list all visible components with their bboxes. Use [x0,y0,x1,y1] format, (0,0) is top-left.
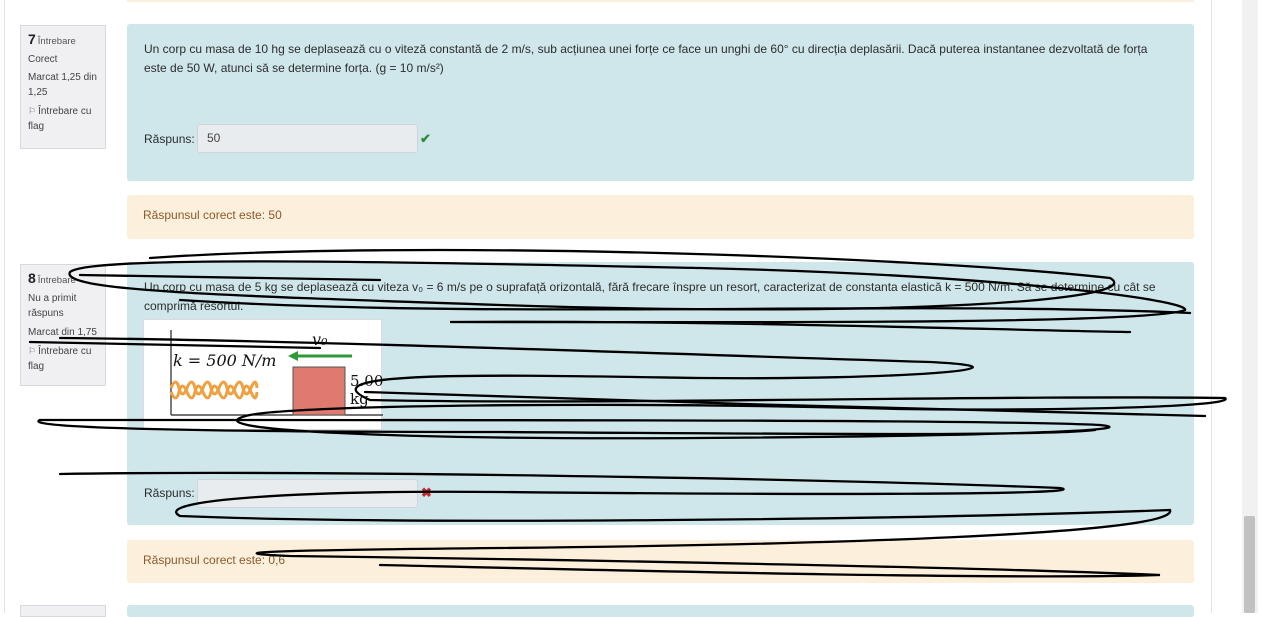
scribble-overlay [28,248,1227,578]
